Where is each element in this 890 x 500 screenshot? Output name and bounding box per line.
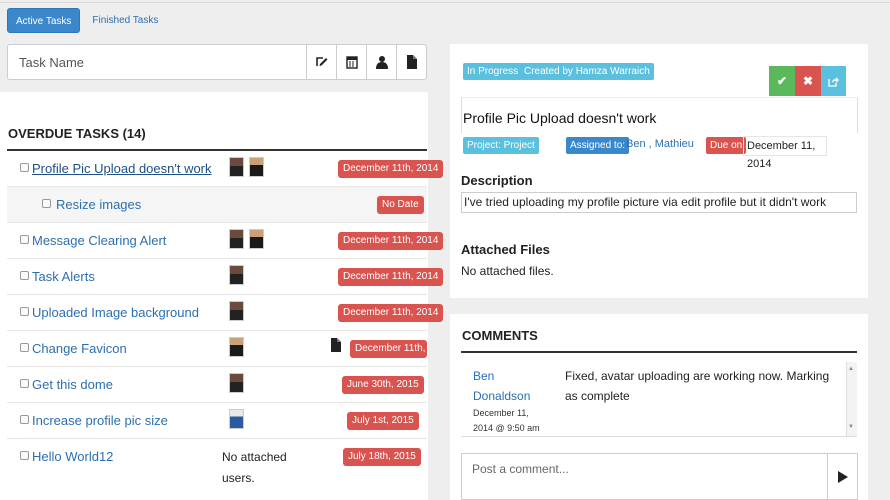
due-date-badge: December 11th, 2014: [338, 232, 444, 250]
comments-heading: COMMENTS: [462, 328, 538, 343]
comments-divider: [461, 351, 857, 353]
assign-user-button[interactable]: [366, 45, 396, 79]
no-attached-users: No attached users.: [222, 450, 287, 485]
task-link[interactable]: Profile Pic Upload doesn't work: [32, 161, 212, 176]
task-row: Profile Pic Upload doesn't work December…: [7, 151, 444, 187]
task-checkbox[interactable]: [20, 379, 29, 388]
tab-active-tasks[interactable]: Active Tasks: [7, 8, 81, 33]
task-link[interactable]: Increase profile pic size: [32, 413, 168, 428]
avatar: [229, 373, 244, 393]
task-name-bar: [7, 44, 427, 80]
send-icon: [837, 470, 848, 483]
comment-author[interactable]: Ben Donaldson: [473, 366, 543, 406]
due-badge: Due on: [706, 137, 747, 154]
send-comment-button[interactable]: [827, 453, 858, 500]
avatar: [249, 229, 264, 249]
comment-date: December 11, 2014 @ 9:50 am: [473, 408, 540, 433]
task-checkbox[interactable]: [20, 163, 29, 172]
edit-icon: [315, 57, 327, 66]
due-date-badge: July 1st, 2015: [347, 412, 419, 430]
task-row: Resize images No Date: [7, 187, 427, 223]
task-checkbox[interactable]: [42, 199, 51, 208]
avatar: [249, 157, 264, 177]
task-checkbox[interactable]: [20, 451, 29, 460]
project-badge[interactable]: Project: Project: [463, 137, 539, 154]
scroll-up-icon[interactable]: ▲: [848, 366, 854, 372]
top-divider: [0, 2, 890, 3]
share-icon: [828, 76, 839, 87]
comment-input[interactable]: [462, 454, 828, 499]
overdue-heading: OVERDUE TASKS (14): [8, 126, 146, 141]
task-row: Message Clearing Alert December 11th, 20…: [7, 223, 444, 259]
due-date-field[interactable]: December 11, 2014: [743, 136, 827, 170]
task-checkbox[interactable]: [20, 415, 29, 424]
task-row: Increase profile pic size July 1st, 2015: [7, 403, 427, 439]
document-icon: [331, 338, 341, 352]
task-checkbox[interactable]: [20, 271, 29, 280]
user-icon: [375, 56, 388, 69]
task-link[interactable]: Resize images: [56, 197, 141, 212]
comment-text: Fixed, avatar uploading are working now.…: [565, 369, 830, 403]
calendar-icon: [345, 56, 358, 69]
avatar: [229, 409, 244, 429]
comments-scrollbar[interactable]: ▲ ▼: [846, 362, 857, 436]
assigned-badge: Assigned to:: [566, 137, 630, 154]
task-row: Task Alerts December 11th, 2014: [7, 259, 444, 295]
task-link[interactable]: Change Favicon: [32, 341, 127, 356]
task-link[interactable]: Get this dome: [32, 377, 113, 392]
task-link[interactable]: Message Clearing Alert: [32, 233, 166, 248]
task-title: Profile Pic Upload doesn't work: [463, 110, 657, 126]
comment-box: [461, 453, 828, 500]
calendar-button[interactable]: [336, 45, 366, 79]
delete-button[interactable]: ✖: [795, 66, 821, 96]
attached-files-heading: Attached Files: [461, 242, 550, 257]
tab-finished-tasks[interactable]: Finished Tasks: [84, 8, 166, 33]
check-icon: ✔: [776, 74, 788, 88]
due-date-badge: December 11th, 2014: [338, 160, 444, 178]
avatar: [229, 157, 244, 177]
due-date-badge: December 11th, 201: [350, 340, 427, 358]
attach-document-button[interactable]: [396, 45, 426, 79]
document-icon: [406, 55, 417, 69]
due-date-badge: December 11th, 2014: [338, 268, 444, 286]
attached-files-value: No attached files.: [461, 264, 554, 278]
task-link[interactable]: Hello World12: [32, 449, 113, 464]
task-link[interactable]: Uploaded Image background: [32, 305, 199, 320]
due-date-badge: No Date: [377, 196, 424, 214]
task-checkbox[interactable]: [20, 307, 29, 316]
scroll-down-icon[interactable]: ▼: [848, 424, 854, 430]
task-row: Get this dome June 30th, 2015: [7, 367, 427, 403]
assigned-users[interactable]: Ben , Mathieu: [626, 138, 694, 150]
close-icon: ✖: [802, 74, 814, 88]
description-heading: Description: [461, 173, 533, 188]
task-link[interactable]: Task Alerts: [32, 269, 95, 284]
task-row: Uploaded Image background December 11th,…: [7, 295, 444, 331]
due-date-badge: July 18th, 2015: [343, 448, 421, 466]
creator-badge: Created by Hamza Warraich: [520, 63, 654, 80]
task-tabs: Active Tasks Finished Tasks: [7, 8, 166, 33]
avatar: [229, 301, 244, 321]
description-field[interactable]: I've tried uploading my profile picture …: [461, 192, 857, 213]
status-badge: In Progress: [463, 63, 523, 80]
due-date-badge: June 30th, 2015: [342, 376, 424, 394]
task-checkbox[interactable]: [20, 235, 29, 244]
share-button[interactable]: [821, 66, 846, 96]
complete-button[interactable]: ✔: [769, 66, 795, 96]
avatar: [229, 337, 244, 357]
avatar: [229, 229, 244, 249]
task-checkbox[interactable]: [20, 343, 29, 352]
task-name-input[interactable]: [8, 45, 306, 79]
task-row: Change Favicon December 11th, 201: [7, 331, 427, 367]
avatar: [229, 265, 244, 285]
due-date-badge: December 11th, 2014: [338, 304, 444, 322]
task-row: Hello World12 July 18th, 2015: [7, 439, 427, 500]
edit-button[interactable]: [306, 45, 336, 79]
